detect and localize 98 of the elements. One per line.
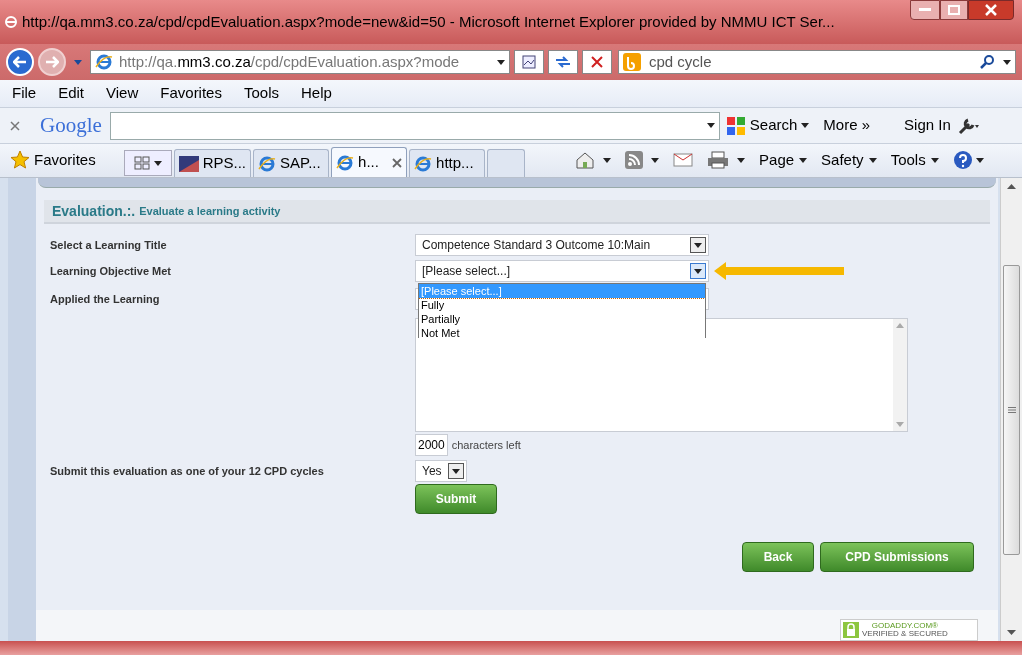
- forward-button[interactable]: [38, 48, 66, 76]
- padlock-icon: [843, 622, 859, 638]
- forward-arrow-icon: [45, 56, 59, 68]
- minimize-icon: [919, 8, 931, 12]
- command-menu[interactable]: Safety: [821, 148, 877, 172]
- wrench-icon[interactable]: [956, 116, 979, 135]
- mail-icon[interactable]: [673, 153, 694, 167]
- close-icon: [985, 4, 997, 16]
- caret-icon: [74, 59, 82, 65]
- menu-item[interactable]: Tools: [243, 82, 279, 105]
- search-button[interactable]: Search: [749, 114, 810, 137]
- close-icon[interactable]: [10, 120, 20, 131]
- field-label: Select a Learning Title: [50, 237, 167, 253]
- close-button[interactable]: [968, 0, 1014, 20]
- dropdown-option[interactable]: Fully: [419, 298, 705, 312]
- menu-item[interactable]: Favorites: [160, 82, 222, 105]
- scroll-up-icon[interactable]: [1007, 184, 1016, 189]
- section-heading: Evaluation.:.: [52, 201, 136, 221]
- caret-icon: [452, 468, 460, 474]
- browser-icon: [336, 153, 355, 172]
- dropdown[interactable]: [Please select...]: [415, 260, 709, 282]
- quick-tabs-button[interactable]: [123, 150, 172, 176]
- scroll-down-icon[interactable]: [1007, 630, 1016, 635]
- grid-icon: [133, 156, 150, 170]
- menu-item[interactable]: Help: [301, 82, 332, 105]
- menu-item[interactable]: View: [106, 82, 139, 105]
- star-icon: [10, 150, 30, 170]
- field-label: Learning Objective Met: [50, 263, 172, 279]
- seal-brand: GODADDY.COM®: [870, 622, 939, 630]
- window-title: http://qa.mm3.co.za/cpd/cpdEvaluation.aspx?mode=new&id=50 - Microsoft Internet Explorer provided by NMMU ICT Ser...: [22, 11, 835, 32]
- caret-icon: [737, 157, 746, 163]
- search-icon[interactable]: [979, 54, 995, 70]
- caret-icon: [706, 123, 715, 128]
- stop-button[interactable]: [582, 50, 612, 74]
- dropdown[interactable]: Yes: [415, 460, 467, 482]
- caret-icon: [930, 157, 939, 163]
- page-icon: [521, 54, 537, 70]
- back-button[interactable]: [6, 48, 34, 76]
- caret-icon: [799, 157, 808, 163]
- characters-left-label: characters left: [451, 437, 521, 453]
- field-label: Applied the Learning: [50, 291, 160, 307]
- dropdown-option[interactable]: Not Met: [419, 326, 705, 338]
- browser-icon: [4, 15, 18, 29]
- refresh-button[interactable]: [548, 50, 578, 74]
- back-arrow-icon: [13, 56, 27, 68]
- browser-tab[interactable]: http...: [409, 149, 486, 177]
- dropdown-option[interactable]: Partially: [419, 312, 705, 326]
- caret-icon: [694, 268, 702, 274]
- caret-icon: [801, 123, 810, 128]
- caret-icon: [651, 157, 660, 163]
- compatibility-button[interactable]: [514, 50, 544, 74]
- home-icon[interactable]: [575, 151, 596, 169]
- address-url: http://qa.mm3.co.za/cpd/cpdEvaluation.aspx?mode: [119, 51, 460, 72]
- minimize-button[interactable]: [910, 0, 940, 20]
- seal-text: VERIFIED & SECURED: [862, 630, 948, 638]
- grip-icon: [1007, 406, 1016, 413]
- printer-icon[interactable]: [707, 151, 730, 169]
- maximize-icon: [948, 5, 960, 15]
- google-logo: Google: [40, 111, 102, 139]
- browser-tab[interactable]: SAP...: [253, 149, 330, 177]
- menu-item[interactable]: File: [12, 82, 37, 105]
- character-count: 2000: [415, 434, 448, 456]
- caret-icon: [603, 157, 612, 163]
- refresh-icon: [554, 55, 572, 69]
- feed-icon[interactable]: [625, 151, 644, 169]
- caret-icon: [1003, 59, 1011, 65]
- google-search-field[interactable]: [109, 111, 720, 140]
- command-menu[interactable]: Page: [759, 148, 808, 172]
- address-field[interactable]: http://qa.mm3.co.za/cpd/cpdEvaluation.aspx?mode: [90, 50, 510, 74]
- browser-icon: [414, 154, 433, 173]
- caret-icon: [694, 242, 702, 248]
- browser-icon: [258, 154, 277, 173]
- app-icon: [178, 155, 199, 172]
- page-scrollbar[interactable]: [1000, 178, 1022, 641]
- command-menu[interactable]: Tools: [890, 148, 939, 172]
- search-field[interactable]: cpd cycle: [618, 50, 1016, 74]
- help-icon[interactable]: [952, 150, 973, 170]
- caret-icon: [868, 157, 877, 163]
- caret-icon: [153, 160, 162, 166]
- maximize-button[interactable]: [940, 0, 968, 20]
- browser-icon: [95, 53, 113, 71]
- menu-item[interactable]: Edit: [58, 82, 85, 105]
- close-icon: [591, 56, 603, 68]
- close-icon[interactable]: [392, 157, 403, 168]
- puzzle-icon: [725, 115, 746, 136]
- browser-tab[interactable]: h...: [331, 147, 408, 177]
- dropdown[interactable]: Competence Standard 3 Outcome 10:Main: [415, 234, 709, 256]
- search-value: cpd cycle: [649, 51, 712, 72]
- field-label: Submit this evaluation as one of your 12 CPD cycles: [50, 463, 324, 479]
- caret-icon: [975, 157, 984, 163]
- favorites-button[interactable]: Favorites: [34, 148, 96, 172]
- scroll-thumb[interactable]: [1003, 264, 1020, 555]
- section-subheading: Evaluate a learning activity: [139, 203, 281, 219]
- browser-tab[interactable]: RPS...: [173, 149, 252, 177]
- caret-icon: [497, 59, 505, 65]
- search-provider-icon: [623, 53, 641, 71]
- more-button[interactable]: More »: [823, 114, 871, 137]
- sign-in-button[interactable]: Sign In: [904, 114, 951, 137]
